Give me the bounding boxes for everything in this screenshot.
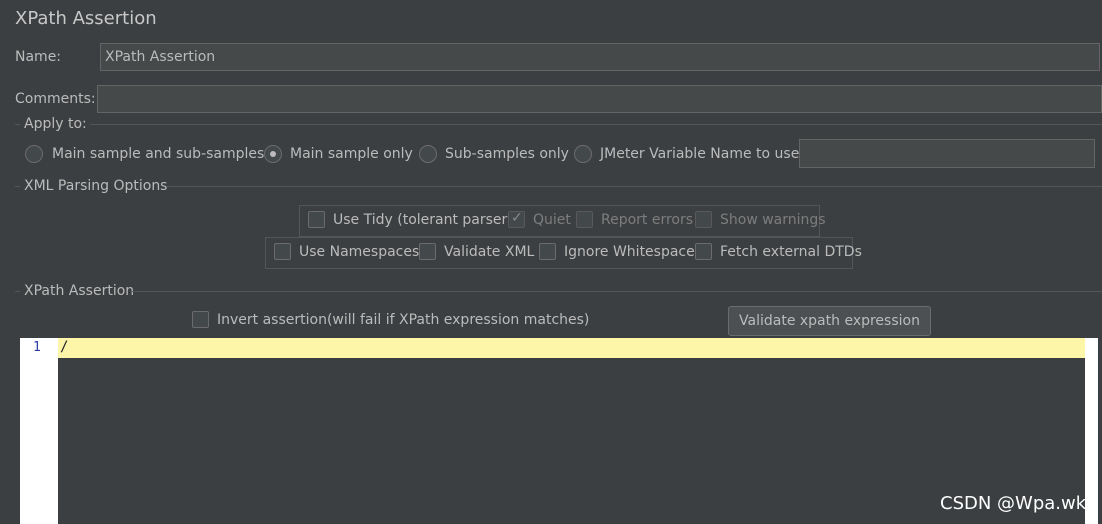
validate-xml-checkbox[interactable]	[419, 243, 436, 260]
quiet-label[interactable]: Quiet	[533, 212, 571, 228]
invert-assertion-checkbox[interactable]	[192, 311, 209, 328]
apply-to-separator	[90, 124, 1102, 125]
use-namespaces-checkbox[interactable]	[274, 243, 291, 260]
show-warnings-checkbox[interactable]	[695, 211, 712, 228]
comments-label: Comments:	[15, 91, 96, 107]
xpath-assertion-panel: XPath Assertion Name: XPath Assertion Co…	[0, 0, 1102, 524]
fetch-external-dtds-label[interactable]: Fetch external DTDs	[720, 244, 862, 260]
use-namespaces-label[interactable]: Use Namespaces	[299, 244, 419, 260]
name-label: Name:	[15, 49, 62, 65]
radio-main-and-sub-label[interactable]: Main sample and sub-samples	[52, 146, 264, 162]
report-errors-label[interactable]: Report errors	[601, 212, 693, 228]
xpath-separator	[132, 291, 1102, 292]
line-number: 1	[33, 340, 41, 355]
report-errors-checkbox[interactable]	[576, 211, 593, 228]
quiet-checkbox[interactable]	[508, 210, 525, 228]
panel-title: XPath Assertion	[15, 8, 157, 29]
comments-input[interactable]	[97, 85, 1102, 113]
editor-line-text[interactable]: /	[60, 339, 68, 355]
xml-parsing-separator	[166, 186, 1102, 187]
xml-parsing-separator-left	[15, 186, 20, 187]
apply-to-separator-left	[15, 124, 20, 125]
validate-xpath-button[interactable]: Validate xpath expression	[728, 306, 931, 336]
invert-assertion-label[interactable]: Invert assertion(will fail if XPath expr…	[217, 312, 589, 328]
watermark: CSDN @Wpa.wk	[940, 493, 1087, 514]
radio-sub-only[interactable]	[419, 145, 437, 163]
radio-main-only-label[interactable]: Main sample only	[290, 146, 413, 162]
xpath-editor[interactable]: 1 /	[20, 338, 1098, 524]
xpath-separator-left	[15, 291, 20, 292]
editor-gutter	[20, 338, 58, 524]
radio-sub-only-label[interactable]: Sub-samples only	[445, 146, 569, 162]
name-input[interactable]: XPath Assertion	[100, 43, 1100, 71]
radio-main-only[interactable]	[264, 145, 282, 163]
fetch-external-dtds-checkbox[interactable]	[695, 243, 712, 260]
use-tidy-label[interactable]: Use Tidy (tolerant parser)	[333, 212, 513, 228]
current-line-highlight	[58, 338, 1085, 358]
use-tidy-checkbox[interactable]	[308, 211, 325, 228]
editor-code-area[interactable]	[58, 338, 1085, 524]
apply-to-label: Apply to:	[24, 116, 87, 132]
ignore-whitespace-label[interactable]: Ignore Whitespace	[564, 244, 695, 260]
ignore-whitespace-checkbox[interactable]	[539, 243, 556, 260]
radio-main-and-sub[interactable]	[25, 145, 43, 163]
validate-xml-label[interactable]: Validate XML	[444, 244, 534, 260]
radio-jmeter-variable[interactable]	[574, 145, 592, 163]
xpath-assertion-label: XPath Assertion	[24, 283, 135, 299]
radio-jmeter-variable-label[interactable]: JMeter Variable Name to use	[600, 146, 799, 162]
show-warnings-label[interactable]: Show warnings	[720, 212, 826, 228]
jmeter-variable-input[interactable]	[799, 139, 1095, 168]
xml-parsing-label: XML Parsing Options	[24, 178, 168, 194]
